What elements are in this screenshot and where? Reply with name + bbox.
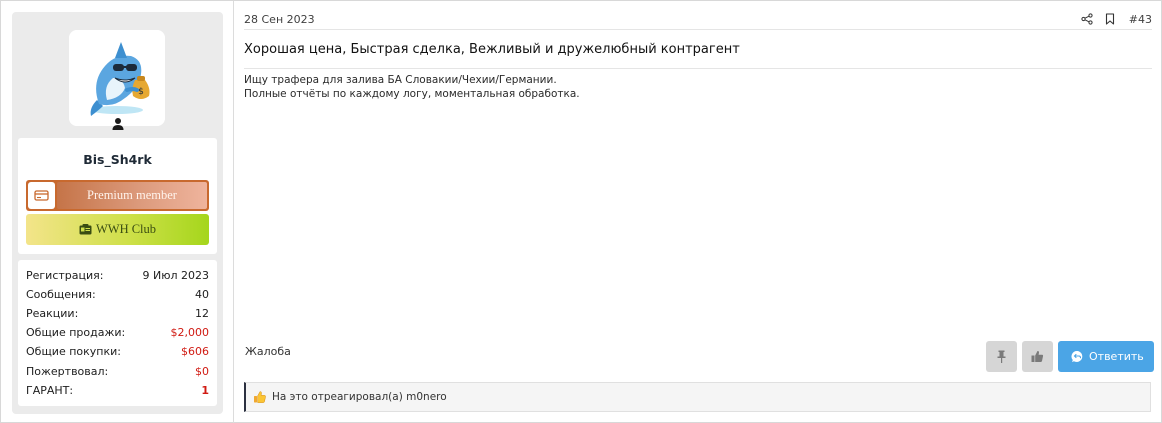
user-name-card: Bis_Sh4rk Premium member WWH Club (18, 138, 217, 254)
like-button[interactable] (1022, 341, 1053, 372)
post-number-link[interactable]: #43 (1129, 13, 1152, 26)
stat-value: 9 Июл 2023 (142, 269, 209, 282)
stat-reactions: Реакции: 12 (26, 307, 209, 326)
thumbs-up-emoji-icon (254, 391, 266, 403)
stat-guarantor: ГАРАНТ: 1 (26, 384, 209, 403)
post-date[interactable]: 28 Сен 2023 (244, 13, 315, 26)
reactions-text: На это отреагировал(а) m0nero (272, 391, 447, 403)
user-info-panel: $ Bis_Sh4rk Premium member WWH Club Реги… (12, 12, 223, 414)
stat-registration: Регистрация: 9 Июл 2023 (26, 269, 209, 288)
stat-value: $606 (181, 345, 209, 358)
svg-text:$: $ (138, 87, 144, 97)
wwh-club-banner: WWH Club (26, 214, 209, 245)
share-icon[interactable] (1081, 13, 1093, 25)
post-title: Хорошая цена, Быстрая сделка, Вежливый и… (244, 42, 740, 57)
user-icon (110, 116, 126, 132)
reply-button-label: Ответить (1089, 350, 1144, 363)
username[interactable]: Bis_Sh4rk (18, 152, 217, 167)
stat-label: Общие продажи: (26, 326, 126, 339)
stat-label: Общие покупки: (26, 345, 121, 358)
post-container: $ Bis_Sh4rk Premium member WWH Club Реги… (0, 0, 1162, 423)
report-link[interactable]: Жалоба (245, 345, 291, 358)
stat-label: Пожертвовал: (26, 365, 109, 378)
divider (244, 29, 1152, 30)
divider (244, 68, 1152, 69)
post-body-line: Полные отчёты по каждому логу, моменталь… (244, 88, 580, 100)
bookmark-icon[interactable] (1104, 13, 1116, 25)
reply-bubble-icon (1071, 350, 1083, 362)
premium-member-banner: Premium member (26, 180, 209, 211)
pin-icon (997, 350, 1006, 363)
reply-button[interactable]: Ответить (1058, 341, 1154, 372)
stat-label: Сообщения: (26, 288, 96, 301)
shark-avatar-icon: $ (69, 30, 165, 126)
column-divider (233, 1, 234, 423)
stat-value[interactable]: 40 (195, 288, 209, 301)
user-stats: Регистрация: 9 Июл 2023 Сообщения: 40 Ре… (18, 260, 217, 406)
stat-messages: Сообщения: 40 (26, 288, 209, 307)
post-body: Ищу трафера для залива БА Словакии/Чехии… (244, 73, 580, 101)
stat-value: $2,000 (170, 326, 210, 339)
stat-value: 12 (195, 307, 209, 320)
pin-button[interactable] (986, 341, 1017, 372)
reactions-bar[interactable]: На это отреагировал(а) m0nero (244, 382, 1151, 412)
card-icon (28, 182, 55, 209)
wwh-club-label: WWH Club (95, 222, 157, 236)
stat-label: Регистрация: (26, 269, 104, 282)
avatar[interactable]: $ (69, 30, 165, 126)
premium-member-label: Premium member (57, 182, 207, 209)
stat-total-purchases: Общие покупки: $606 (26, 345, 209, 364)
thumbs-up-icon (1031, 350, 1044, 362)
post-content: 28 Сен 2023 #43 Хорошая цена, Быстрая сд… (244, 1, 1154, 423)
stat-value: 1 (201, 384, 209, 397)
stat-total-sales: Общие продажи: $2,000 (26, 326, 209, 345)
stat-donated: Пожертвовал: $0 (26, 365, 209, 384)
stat-label: ГАРАНТ: (26, 384, 74, 397)
stat-value: $0 (195, 365, 209, 378)
post-body-line: Ищу трафера для залива БА Словакии/Чехии… (244, 74, 557, 86)
stat-label: Реакции: (26, 307, 79, 320)
id-card-icon (79, 224, 92, 235)
